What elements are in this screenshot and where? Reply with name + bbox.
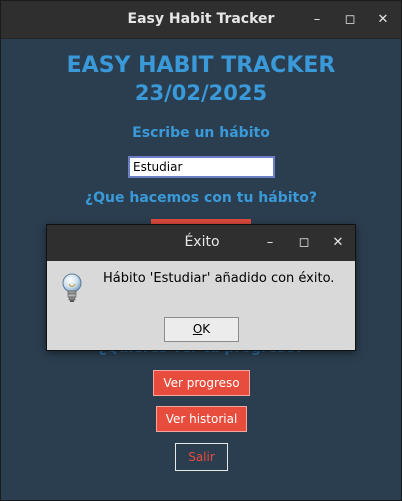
lightbulb-icon: [62, 273, 82, 302]
success-dialog: Éxito – ◻ ✕ Hábito 'Estudiar' añadido co…: [46, 224, 356, 351]
dialog-maximize-icon[interactable]: ◻: [295, 234, 313, 252]
app-title: EASY HABIT TRACKER: [66, 53, 336, 78]
close-icon[interactable]: ✕: [373, 10, 393, 30]
dialog-message: Hábito 'Estudiar' añadido con éxito.: [103, 271, 335, 286]
habit-input[interactable]: [128, 156, 275, 178]
dialog-titlebar[interactable]: Éxito – ◻ ✕: [47, 225, 355, 261]
dialog-minimize-icon[interactable]: –: [261, 234, 279, 252]
ok-label-rest: K: [202, 322, 211, 336]
maximize-icon[interactable]: ◻: [340, 10, 360, 30]
dialog-close-icon[interactable]: ✕: [329, 234, 347, 252]
minimize-icon[interactable]: –: [307, 10, 327, 30]
habit-prompt-label: Escribe un hábito: [132, 125, 270, 141]
ver-historial-button[interactable]: Ver historial: [156, 406, 247, 432]
action-prompt-label: ¿Que hacemos con tu hábito?: [85, 190, 317, 206]
window-titlebar[interactable]: Easy Habit Tracker – ◻ ✕: [1, 1, 401, 39]
salir-button[interactable]: Salir: [175, 443, 228, 471]
ok-button[interactable]: OK: [164, 317, 239, 342]
ok-mnemonic: O: [192, 322, 203, 336]
app-date: 23/02/2025: [134, 81, 268, 105]
ver-progreso-button[interactable]: Ver progreso: [153, 370, 250, 396]
